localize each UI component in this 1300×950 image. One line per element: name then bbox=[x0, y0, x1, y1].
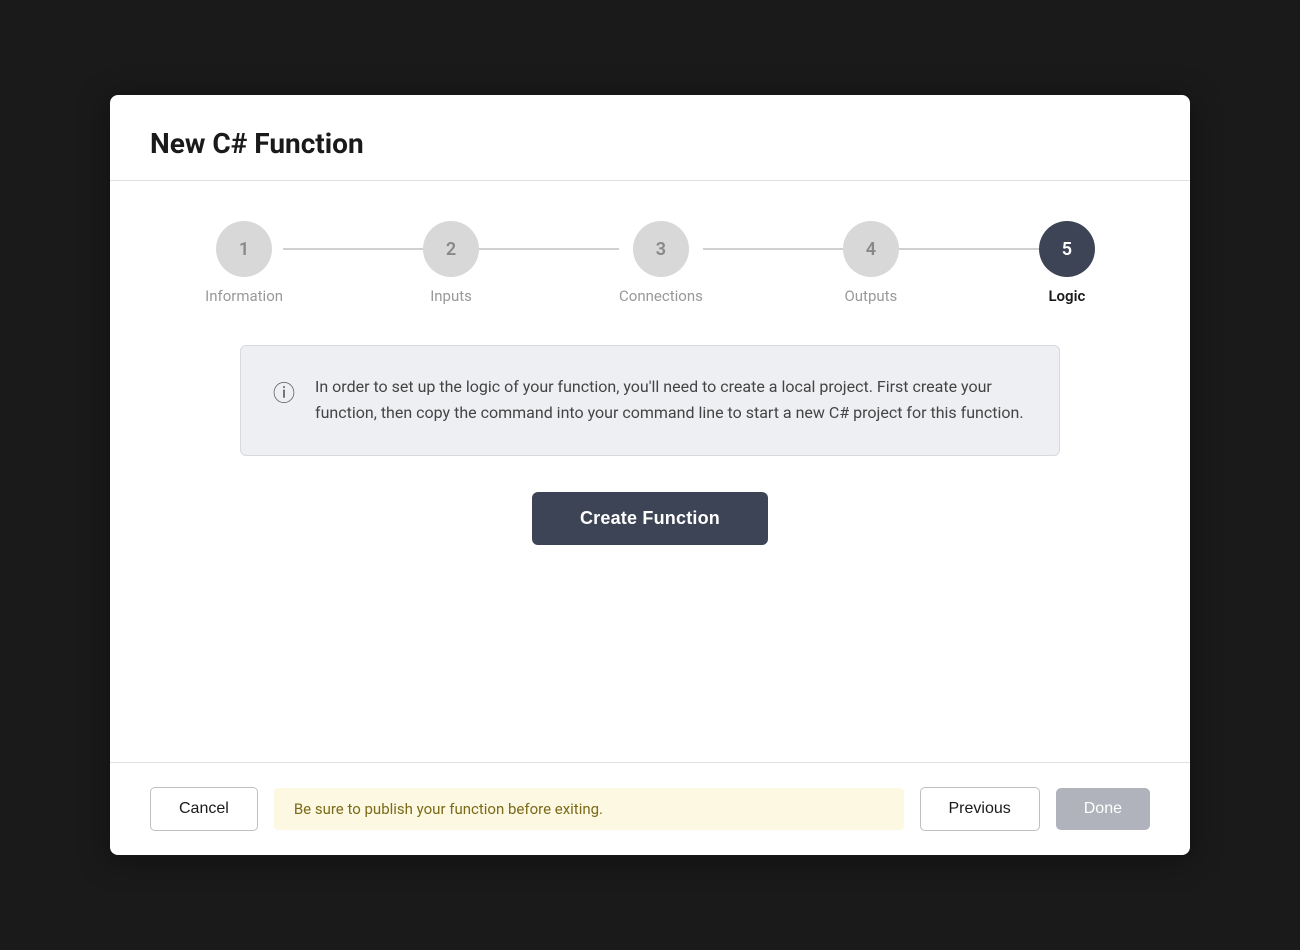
warning-text: Be sure to publish your function before … bbox=[274, 788, 904, 830]
create-function-button[interactable]: Create Function bbox=[532, 492, 768, 545]
step-2-label: Inputs bbox=[430, 287, 472, 305]
step-3-circle: 3 bbox=[633, 221, 689, 277]
dialog-header: New C# Function bbox=[110, 95, 1190, 181]
step-2: 2 Inputs bbox=[423, 221, 479, 305]
step-4-circle: 4 bbox=[843, 221, 899, 277]
step-5: 5 Logic bbox=[1039, 221, 1095, 305]
step-5-circle: 5 bbox=[1039, 221, 1095, 277]
dialog-title: New C# Function bbox=[150, 127, 1150, 160]
new-function-dialog: New C# Function 1 Information 2 Inputs 3… bbox=[110, 95, 1190, 855]
cancel-button[interactable]: Cancel bbox=[150, 787, 258, 831]
connector-3-4 bbox=[703, 248, 843, 250]
done-button[interactable]: Done bbox=[1056, 788, 1150, 830]
step-4-label: Outputs bbox=[844, 287, 897, 305]
step-3: 3 Connections bbox=[619, 221, 703, 305]
step-3-label: Connections bbox=[619, 287, 703, 305]
step-2-circle: 2 bbox=[423, 221, 479, 277]
info-icon: ⓘ bbox=[273, 376, 295, 408]
step-1-label: Information bbox=[205, 287, 283, 305]
step-1: 1 Information bbox=[205, 221, 283, 305]
step-4: 4 Outputs bbox=[843, 221, 899, 305]
dialog-footer: Cancel Be sure to publish your function … bbox=[110, 762, 1190, 855]
stepper: 1 Information 2 Inputs 3 Connections 4 O… bbox=[150, 221, 1150, 305]
step-1-circle: 1 bbox=[216, 221, 272, 277]
info-box: ⓘ In order to set up the logic of your f… bbox=[240, 345, 1060, 456]
previous-button[interactable]: Previous bbox=[920, 787, 1040, 831]
connector-4-5 bbox=[899, 248, 1039, 250]
step-5-label: Logic bbox=[1048, 287, 1085, 305]
dialog-body: 1 Information 2 Inputs 3 Connections 4 O… bbox=[110, 181, 1190, 762]
info-text: In order to set up the logic of your fun… bbox=[315, 374, 1027, 427]
connector-2-3 bbox=[479, 248, 619, 250]
connector-1-2 bbox=[283, 248, 423, 250]
